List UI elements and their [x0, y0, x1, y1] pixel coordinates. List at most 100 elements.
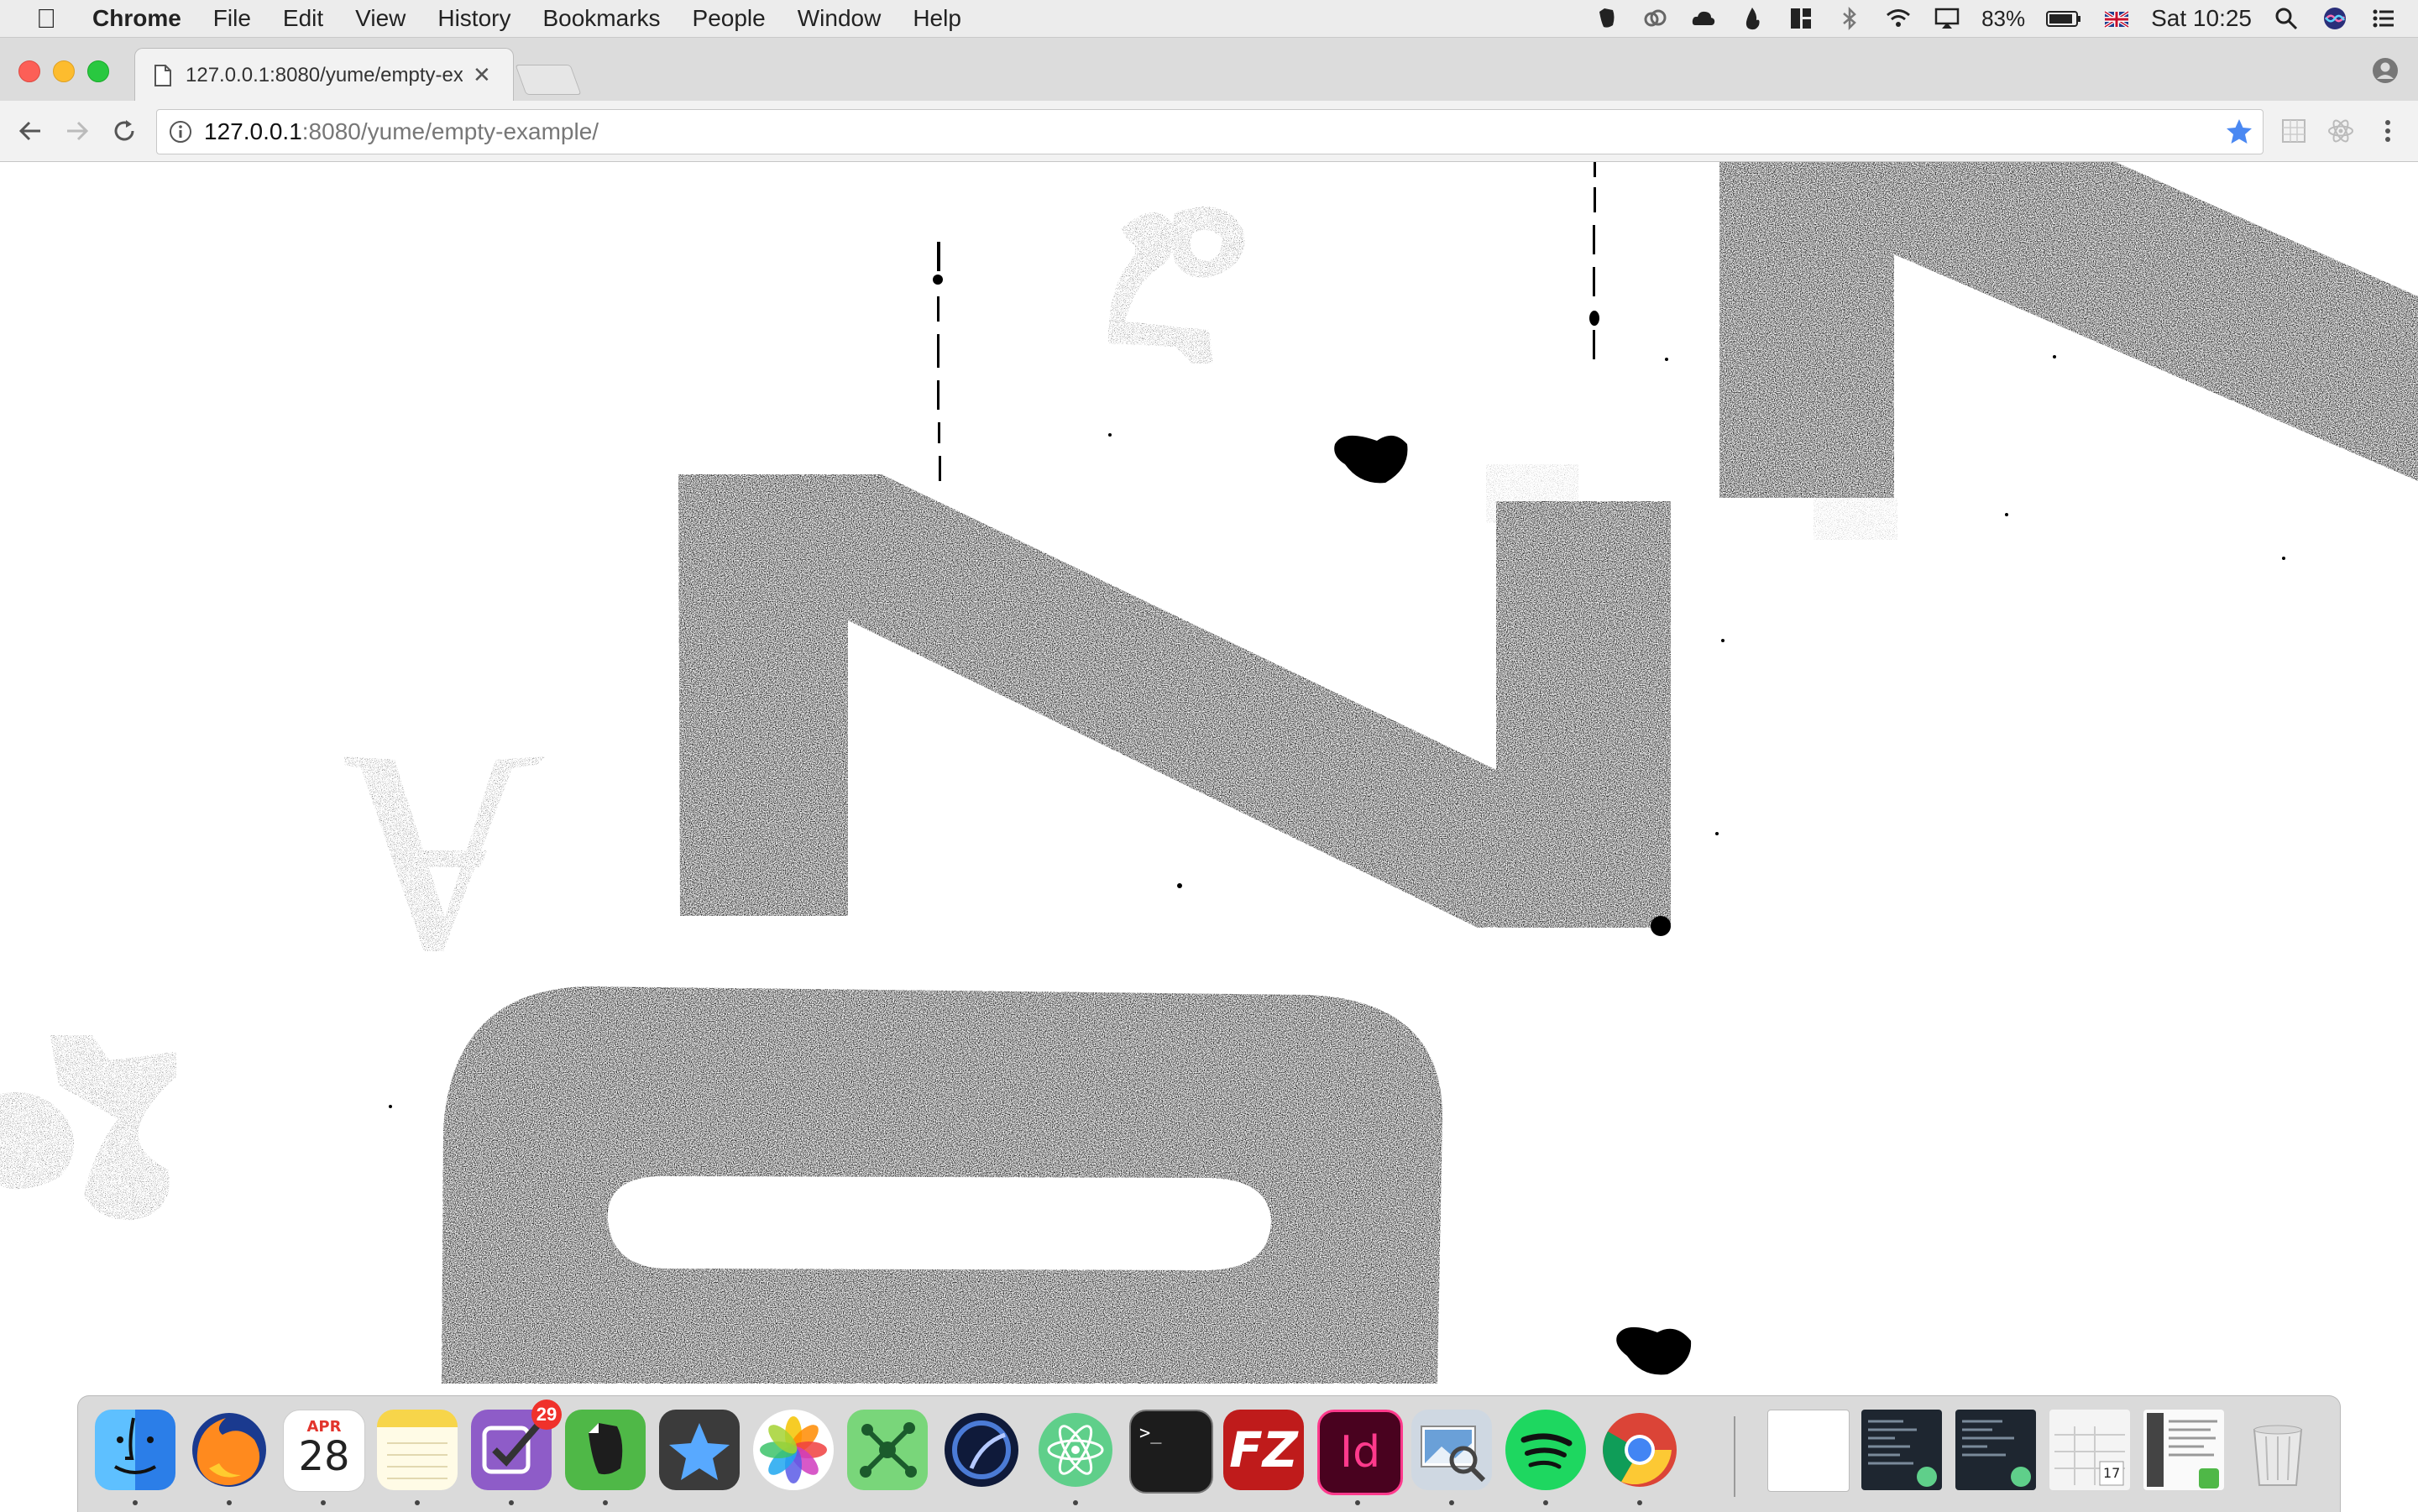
stamp-glyph-28-top	[1108, 207, 1245, 364]
ink-blob-top	[1334, 435, 1408, 484]
running-indicator	[415, 1500, 420, 1505]
photos-icon[interactable]	[753, 1410, 834, 1490]
tab-title: 127.0.0.1:8080/yume/empty-ex	[186, 63, 463, 86]
address-bar[interactable]: 127.0.0.1:8080/yume/empty-example/	[156, 109, 2264, 154]
running-indicator	[321, 1500, 326, 1505]
running-indicator	[227, 1500, 232, 1505]
minimized-calendar-window[interactable]: 17	[2049, 1410, 2130, 1490]
mindnode-icon[interactable]	[847, 1410, 928, 1490]
finder-icon[interactable]	[95, 1410, 175, 1490]
profile-icon[interactable]	[2371, 56, 2400, 85]
extension-react-icon[interactable]	[2326, 116, 2356, 146]
menu-file[interactable]: File	[197, 0, 267, 37]
minimized-code-window-2[interactable]	[1955, 1410, 2036, 1490]
flame-icon[interactable]	[1738, 4, 1766, 33]
menu-edit[interactable]: Edit	[267, 0, 339, 37]
tab-close-icon[interactable]: ✕	[473, 62, 491, 88]
notification-center-icon[interactable]	[2369, 4, 2398, 33]
menu-people[interactable]: People	[677, 0, 782, 37]
mini-calendar-day: 17	[2103, 1465, 2121, 1481]
ink-dot	[1651, 916, 1671, 936]
page-canvas[interactable]	[0, 162, 2418, 1384]
stamp-glyph-z-partial	[1719, 162, 2418, 498]
uk-flag-icon[interactable]	[2102, 4, 2131, 33]
instruments-icon[interactable]	[659, 1410, 740, 1490]
chrome-icon[interactable]	[1599, 1410, 1680, 1490]
siri-icon[interactable]	[2321, 4, 2349, 33]
layout-grid-icon[interactable]	[1787, 4, 1815, 33]
sketch-canvas	[0, 162, 2418, 1384]
running-indicator	[1543, 1500, 1548, 1505]
stamp-glyph-z-large	[678, 474, 1671, 928]
minimized-blank-window[interactable]	[1767, 1410, 1850, 1492]
wifi-icon[interactable]	[1884, 4, 1913, 33]
evernote-tray-icon[interactable]	[1592, 4, 1620, 33]
back-arrow-icon[interactable]	[15, 116, 45, 146]
firefox-icon[interactable]	[189, 1410, 270, 1490]
reload-icon[interactable]	[109, 116, 139, 146]
filezilla-icon[interactable]: FZ	[1223, 1410, 1304, 1490]
dock-separator	[1734, 1416, 1735, 1497]
atom-icon[interactable]	[1035, 1410, 1116, 1490]
calendar-day: 28	[298, 1432, 350, 1480]
stamp-dotted-line-left	[933, 242, 943, 481]
evernote-icon[interactable]	[565, 1410, 646, 1490]
minimized-code-window[interactable]	[1861, 1410, 1942, 1490]
notes-icon[interactable]	[377, 1410, 458, 1490]
dock: APR 28 29 >_ FZ Id 17	[77, 1395, 2341, 1512]
menu-window[interactable]: Window	[782, 0, 898, 37]
menu-bar:  Chrome File Edit View History Bookmark…	[0, 0, 2418, 38]
bluetooth-icon[interactable]	[1835, 4, 1864, 33]
cloud-icon[interactable]	[1689, 4, 1718, 33]
running-indicator	[1073, 1500, 1078, 1505]
indesign-icon[interactable]: Id	[1317, 1410, 1403, 1495]
minimized-document-window[interactable]	[2143, 1410, 2224, 1490]
chrome-menu-icon[interactable]	[2373, 116, 2403, 146]
omnifocus-badge: 29	[531, 1400, 562, 1430]
stamp-glyph-a	[344, 756, 546, 951]
window-close-button[interactable]	[18, 60, 40, 82]
airplay-icon[interactable]	[1933, 4, 1961, 33]
filezilla-glyph: FZ	[1229, 1421, 1298, 1478]
new-tab-button[interactable]	[515, 65, 582, 95]
window-zoom-button[interactable]	[87, 60, 109, 82]
stamp-glyph-zero	[442, 986, 1443, 1384]
tab-strip: 127.0.0.1:8080/yume/empty-ex ✕	[0, 38, 2418, 102]
calendar-icon[interactable]: APR 28	[283, 1410, 365, 1492]
menu-help[interactable]: Help	[897, 0, 977, 37]
menu-view[interactable]: View	[339, 0, 421, 37]
terminal-icon[interactable]: >_	[1129, 1410, 1213, 1494]
page-document-icon	[154, 64, 171, 86]
extension-grid-icon[interactable]	[2279, 116, 2309, 146]
menubar-clock[interactable]: Sat 10:25	[2151, 5, 2252, 32]
running-indicator	[1637, 1500, 1642, 1505]
forward-arrow-icon[interactable]	[62, 116, 92, 146]
stamp-glyph-28-left	[0, 1035, 176, 1221]
menu-app-chrome[interactable]: Chrome	[92, 0, 197, 37]
window-minimize-button[interactable]	[53, 60, 75, 82]
running-indicator	[1449, 1500, 1454, 1505]
preview-icon[interactable]	[1411, 1410, 1492, 1490]
terminal-prompt: >_	[1139, 1423, 1162, 1444]
battery-percent: 83%	[1981, 5, 2026, 31]
ink-blob-bottom	[1616, 1326, 1692, 1375]
stamp-dotted-line-right	[1589, 162, 1599, 359]
browser-toolbar: 127.0.0.1:8080/yume/empty-example/	[0, 101, 2418, 162]
battery-icon[interactable]	[2045, 4, 2082, 33]
menu-history[interactable]: History	[421, 0, 526, 37]
creative-cloud-icon[interactable]	[1641, 4, 1669, 33]
bookmark-star-icon[interactable]	[2224, 117, 2254, 147]
running-indicator	[603, 1500, 608, 1505]
cinema4d-icon[interactable]	[941, 1410, 1022, 1490]
apple-menu-icon[interactable]: 	[0, 3, 92, 34]
menu-bookmarks[interactable]: Bookmarks	[526, 0, 676, 37]
url-host: 127.0.0.1	[204, 118, 302, 144]
trash-icon[interactable]	[2237, 1410, 2318, 1490]
running-indicator	[1355, 1500, 1360, 1505]
running-indicator	[133, 1500, 138, 1505]
spotlight-search-icon[interactable]	[2272, 4, 2300, 33]
spotify-icon[interactable]	[1505, 1410, 1586, 1490]
site-info-icon[interactable]	[169, 120, 192, 144]
url-path: :8080/yume/empty-example/	[301, 118, 599, 144]
tab-active[interactable]: 127.0.0.1:8080/yume/empty-ex ✕	[134, 48, 514, 102]
